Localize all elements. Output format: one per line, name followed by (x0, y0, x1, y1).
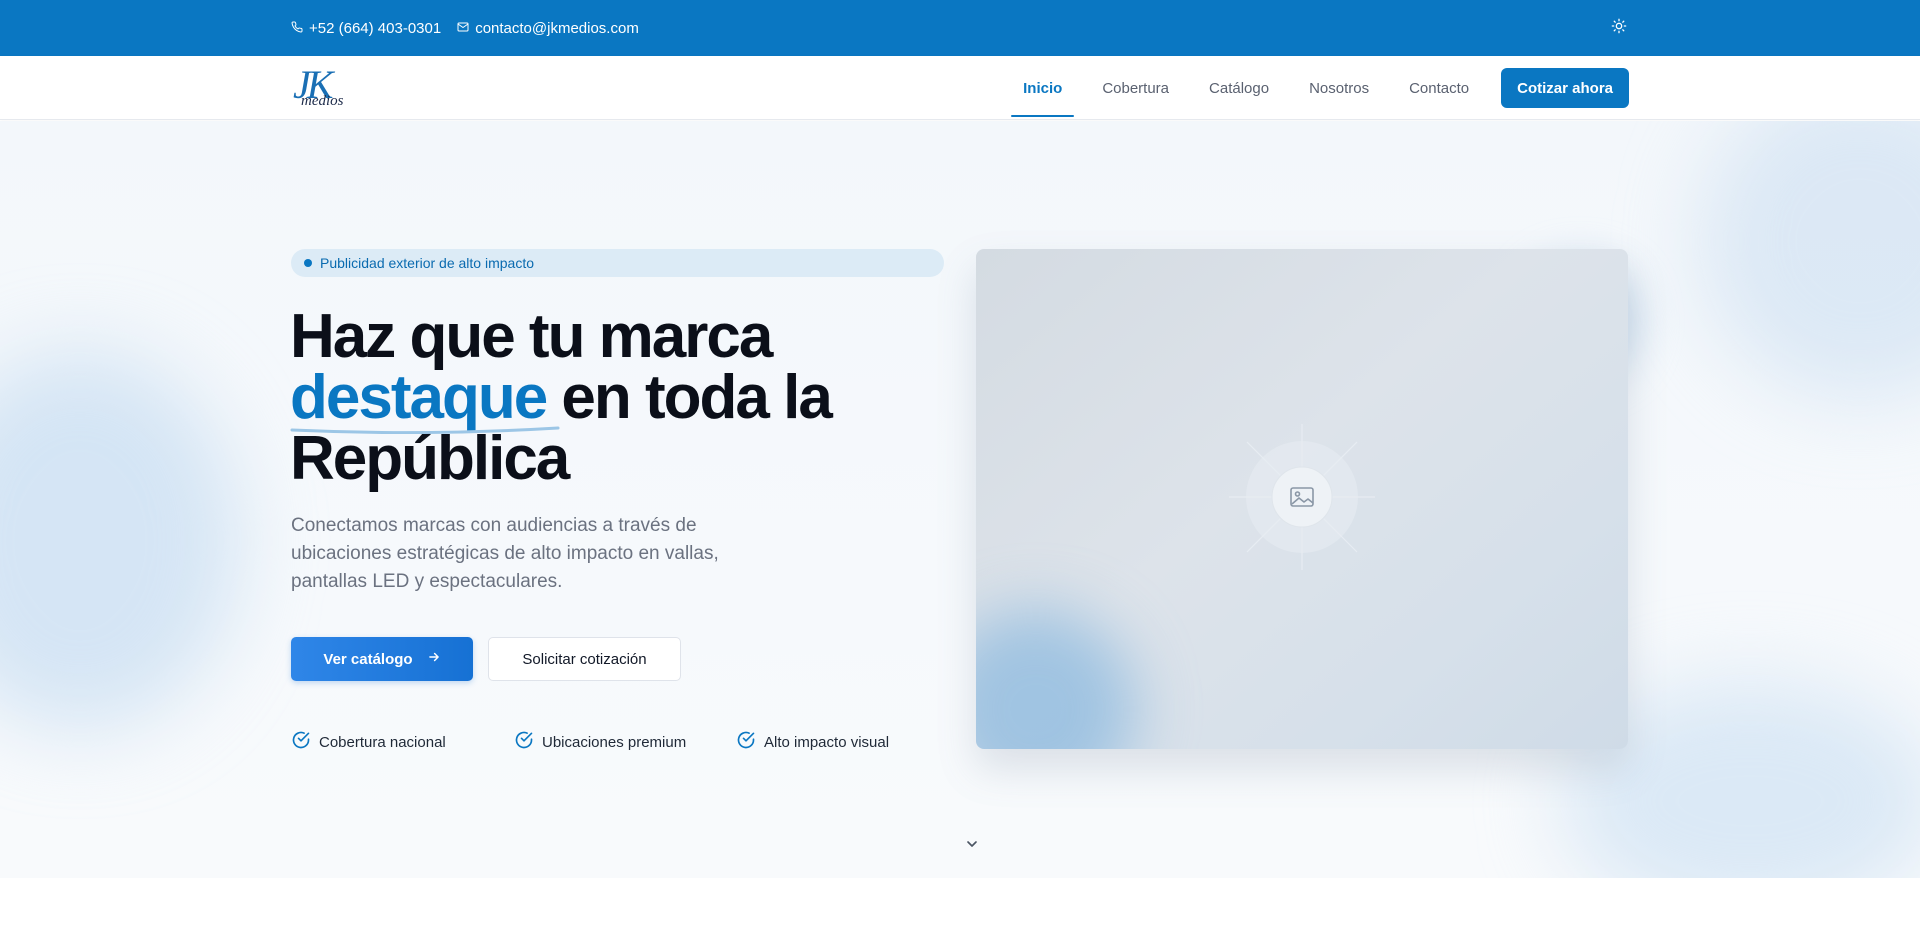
badge-text: Publicidad exterior de alto impacto (320, 255, 535, 271)
quote-now-button[interactable]: Cotizar ahora (1501, 68, 1629, 108)
mail-icon (457, 20, 469, 37)
email-address: contacto@jkmedios.com (475, 19, 639, 37)
view-catalog-label: Ver catálogo (323, 650, 413, 668)
background-blob (1700, 121, 1920, 401)
brand-logo[interactable]: JK medios (291, 63, 351, 113)
headline-line-3: República (290, 424, 570, 493)
view-catalog-button[interactable]: Ver catálogo (291, 637, 473, 681)
headline-line-1: Haz que tu marca (290, 302, 773, 371)
image-icon (1229, 424, 1375, 570)
feature-label: Alto impacto visual (764, 733, 890, 751)
email-link[interactable]: contacto@jkmedios.com (457, 20, 639, 37)
feature-item: Cobertura nacional (291, 730, 514, 754)
hero-badge: Publicidad exterior de alto impacto (291, 249, 944, 277)
check-circle-icon (514, 730, 534, 754)
phone-number: +52 (664) 403-0301 (309, 19, 442, 37)
headline-accent: destaque (290, 367, 560, 434)
phone-icon (291, 20, 303, 37)
headline-line-2: en toda la (546, 363, 832, 432)
feature-item: Alto impacto visual (736, 730, 889, 754)
nav-item-catalogo[interactable]: Catálogo (1189, 56, 1289, 120)
feature-label: Ubicaciones premium (542, 733, 687, 751)
nav-item-cobertura[interactable]: Cobertura (1082, 56, 1189, 120)
top-contact-bar: +52 (664) 403-0301 contacto@jkmedios.com (0, 0, 1920, 56)
feature-label: Cobertura nacional (319, 733, 446, 751)
hero-section: Publicidad exterior de alto impacto Haz … (0, 121, 1920, 878)
image-glow (976, 609, 1136, 749)
nav-links: Inicio Cobertura Catálogo Nosotros Conta… (1003, 56, 1629, 120)
headline-accent-text: destaque (290, 363, 548, 432)
accent-underline (290, 426, 560, 434)
check-circle-icon (291, 730, 311, 754)
hero-image-placeholder (976, 249, 1628, 749)
logo-wordmark: medios (301, 93, 344, 109)
nav-item-nosotros[interactable]: Nosotros (1289, 56, 1389, 120)
hero-headline: Haz que tu marca destaque en toda la Rep… (290, 306, 970, 490)
background-blob (0, 351, 240, 731)
request-quote-button[interactable]: Solicitar cotización (488, 637, 681, 681)
scroll-down-button[interactable] (964, 836, 980, 852)
top-contact-bar-inner: +52 (664) 403-0301 contacto@jkmedios.com (291, 0, 1629, 56)
chevron-down-icon (964, 839, 980, 856)
feature-item: Ubicaciones premium (514, 730, 736, 754)
hero-description: Conectamos marcas con audiencias a travé… (291, 515, 719, 592)
badge-dot (304, 259, 312, 267)
nav-item-contacto[interactable]: Contacto (1389, 56, 1489, 120)
main-navbar: JK medios Inicio Cobertura Catálogo Noso… (0, 56, 1920, 120)
main-navbar-inner: JK medios Inicio Cobertura Catálogo Noso… (291, 56, 1629, 120)
theme-toggle-button[interactable] (1609, 18, 1629, 38)
arrow-right-icon (427, 650, 441, 668)
sun-icon (1611, 18, 1627, 39)
nav-item-inicio[interactable]: Inicio (1003, 56, 1082, 120)
phone-link[interactable]: +52 (664) 403-0301 (291, 20, 441, 37)
hero-features: Cobertura nacional Ubicaciones premium A… (291, 730, 889, 754)
check-circle-icon (736, 730, 756, 754)
